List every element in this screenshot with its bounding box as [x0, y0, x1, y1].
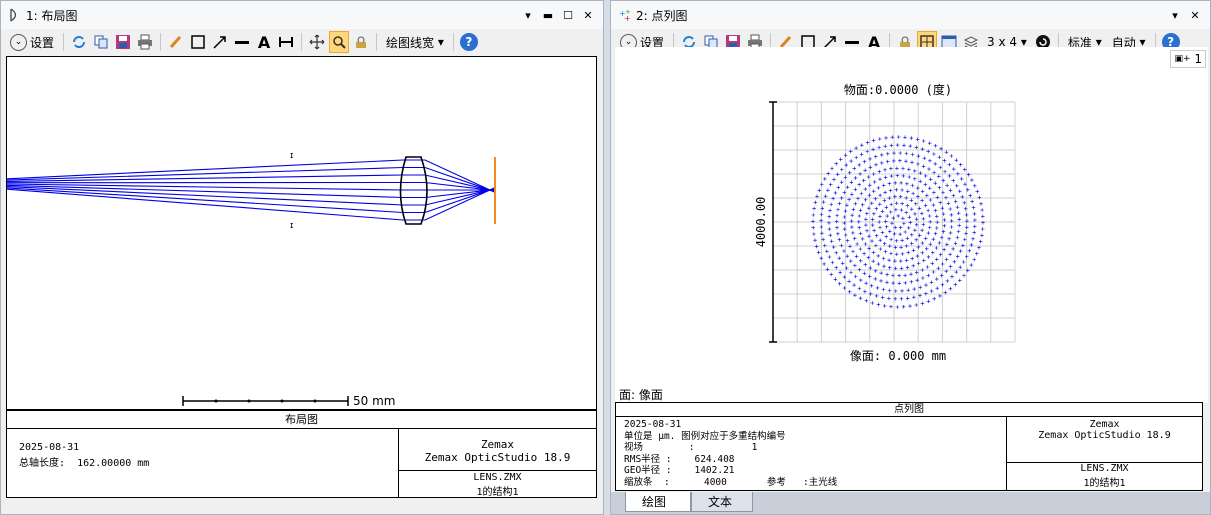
close-button[interactable]: ✕ — [1186, 6, 1204, 24]
config-name: 1的结构1 — [1083, 478, 1126, 489]
product-name: Zemax OpticStudio 18.9 — [424, 451, 571, 464]
footer-line: 单位是 μm. 图例对应于多重结构编号 — [624, 430, 786, 442]
layout-plot: ɪ ɪ 50 mm — [6, 56, 597, 410]
ray — [6, 181, 496, 192]
arrow-icon[interactable] — [210, 31, 230, 53]
scale-bar-label: 50 mm — [353, 394, 395, 408]
company-name: Zemax — [1089, 419, 1120, 430]
window-icon — [7, 7, 23, 23]
footer-info: 2025-08-31 总轴长度: 162.00000 mm — [7, 429, 399, 497]
rectangle-icon[interactable] — [188, 31, 208, 53]
settings-button[interactable]: ⌄ 设置 — [6, 31, 58, 53]
total-length-label: 总轴长度: — [19, 458, 66, 469]
footer-title: 布局图 — [7, 411, 596, 429]
help-button[interactable]: ? — [459, 31, 479, 53]
ray — [6, 187, 496, 214]
line-width-dropdown[interactable]: 绘图线宽 ▾ — [382, 31, 448, 53]
toolbar-separator — [376, 33, 378, 51]
layout-titlebar: 1: 布局图 ▾ ▬ ☐ ✕ — [1, 1, 603, 29]
file-name: LENS.ZMX — [473, 472, 522, 483]
layout-footer: 布局图 2025-08-31 总轴长度: 162.00000 mm Zemax … — [6, 410, 597, 498]
spot-footer: 点列图 2025-08-31 单位是 μm. 图例对应于多重结构编号 视场 : 1R… — [615, 402, 1203, 491]
footer-line: RMS半径 : 624.408 — [624, 453, 735, 465]
total-length-value: 162.00000 mm — [77, 458, 150, 469]
layout-toolbar: ⌄ 设置 A 绘图线宽 ▾ ? — [1, 29, 603, 55]
close-button[interactable]: ✕ — [579, 6, 597, 24]
file-name: LENS.ZMX — [1080, 463, 1129, 474]
legend-marker-icon: ▣+ — [1174, 54, 1191, 64]
help-icon: ? — [459, 33, 478, 51]
toolbar-separator — [301, 33, 303, 51]
dropdown-icon[interactable]: ▾ — [1166, 6, 1184, 24]
spot-window-icon: + + + — [617, 7, 633, 23]
field-label: 物面:0.0000 (度) — [844, 82, 952, 97]
print-icon[interactable] — [135, 31, 155, 53]
pencil-icon[interactable] — [166, 31, 186, 53]
spot-window: + + + 2: 点列图 ▾ ✕ ⌄ 设置 A 3 x 4 ▾ 标准 ▾ 自动 ▾ ?… — [610, 0, 1211, 515]
window-title: 2: 点列图 — [636, 8, 688, 23]
footer-file: LENS.ZMX 1的结构1 — [399, 471, 596, 498]
toolbar-separator — [160, 33, 162, 51]
refresh-icon[interactable] — [69, 31, 89, 53]
tab-plot-label: 绘图 — [642, 495, 667, 509]
dimension-icon[interactable] — [276, 31, 296, 53]
footer-line: 视场 : 1 — [624, 442, 758, 453]
text-icon[interactable]: A — [254, 31, 274, 53]
ray-bundle — [6, 159, 496, 221]
footer-line: GEO半径 : 1402.21 — [624, 465, 735, 476]
maximize-button[interactable]: ☐ — [559, 6, 577, 24]
footer-line: 2025-08-31 — [624, 419, 682, 430]
footer-company: Zemax Zemax OpticStudio 18.9 — [399, 429, 596, 471]
ray — [6, 186, 496, 206]
settings-label: 设置 — [30, 35, 55, 50]
legend-number: 1 — [1194, 52, 1202, 66]
spot-diagram: 4000.00 物面:0.0000 (度) 像面: 0.000 mm — [754, 82, 1016, 363]
surface-label: 面: 像面 — [619, 388, 663, 402]
company-name: Zemax — [480, 438, 515, 451]
window-title: 1: 布局图 — [26, 8, 78, 23]
zoom-icon[interactable] — [329, 31, 350, 53]
tab-plot[interactable]: 绘图 — [625, 492, 691, 512]
ray — [6, 183, 495, 191]
chevron-down-icon: ⌄ — [10, 33, 27, 51]
scale-bar — [182, 396, 349, 406]
copy-icon[interactable] — [91, 31, 111, 53]
layout-window: 1: 布局图 ▾ ▬ ☐ ✕ ⌄ 设置 A 绘图线宽 ▾ ? ɪ ɪ 50 mm… — [0, 0, 604, 515]
product-name: Zemax OpticStudio 18.9 — [1038, 430, 1171, 441]
svg-text:+: + — [625, 8, 631, 16]
image-label: 像面: 0.000 mm — [850, 349, 946, 363]
footer-line: 缩放条 : 4000 参考 :主光线 — [624, 476, 838, 488]
tab-text[interactable]: 文本 — [691, 492, 753, 512]
ray — [6, 184, 496, 199]
scale-label: 4000.00 — [754, 197, 768, 248]
dropdown-icon[interactable]: ▾ — [519, 6, 537, 24]
spot-plot: ▣+ 1 4000.00 物面:0.0000 (度) 像面: 0.000 mm … — [615, 47, 1208, 403]
tab-text-label: 文本 — [708, 495, 733, 509]
aperture-mark-top: ɪ — [290, 151, 293, 161]
layout-drawing: ɪ ɪ 50 mm — [6, 151, 496, 408]
footer-title: 点列图 — [616, 403, 1202, 417]
footer-company: Zemax Zemax OpticStudio 18.9 — [1007, 417, 1202, 463]
pan-icon[interactable] — [307, 31, 327, 53]
footer-total-length: 总轴长度: 162.00000 mm — [19, 454, 149, 469]
legend-badge: ▣+ 1 — [1170, 50, 1206, 68]
line-width-label: 绘图线宽 — [386, 35, 435, 50]
minimize-button[interactable]: ▬ — [539, 6, 557, 24]
lock-icon[interactable] — [351, 31, 371, 53]
toolbar-separator — [63, 33, 65, 51]
toolbar-separator — [452, 33, 454, 51]
footer-date: 2025-08-31 — [19, 442, 80, 453]
config-name: 1的结构1 — [476, 487, 519, 498]
spot-titlebar: + + + 2: 点列图 ▾ ✕ — [611, 1, 1210, 29]
save-icon[interactable] — [113, 31, 133, 53]
spot-tabstrip: 绘图 文本 — [611, 492, 1210, 514]
aperture-mark-bottom: ɪ — [290, 221, 293, 231]
footer-info: 2025-08-31 单位是 μm. 图例对应于多重结构编号 视场 : 1 RMS半径… — [624, 419, 1004, 491]
footer-file: LENS.ZMX 1的结构1 — [1007, 463, 1202, 491]
line-icon[interactable] — [232, 31, 252, 53]
spot-grid — [772, 101, 1016, 343]
